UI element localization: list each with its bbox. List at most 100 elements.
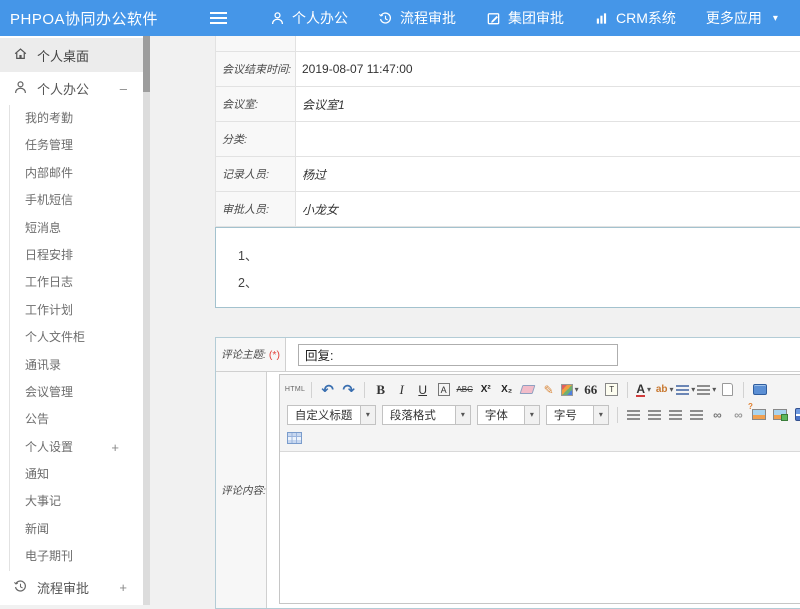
- custom-title-select[interactable]: 自定义标题▾: [287, 405, 376, 425]
- comment-subject-label-cell: 评论主题: (*): [216, 338, 286, 371]
- sidebar-item-news[interactable]: 新闻: [10, 516, 143, 543]
- font-color-button[interactable]: A▾: [634, 380, 653, 400]
- nav-workflow-approval[interactable]: 流程审批: [378, 8, 456, 28]
- sidebar-item-personal-files[interactable]: 个人文件柜: [10, 324, 143, 351]
- caret-down-icon: ▾: [773, 13, 778, 24]
- table-row-category: 分类:: [216, 122, 800, 157]
- font-size-select[interactable]: 字号▾: [546, 405, 609, 425]
- table-row-approver: 审批人员: 小龙女: [216, 192, 800, 227]
- new-page-button[interactable]: [718, 380, 737, 400]
- nav-crm-system[interactable]: CRM系统: [594, 8, 676, 28]
- sidebar-item-schedule[interactable]: 日程安排: [10, 242, 143, 269]
- highlight-color-button[interactable]: ab▾: [655, 380, 674, 400]
- border-text-button[interactable]: A: [434, 380, 453, 400]
- undo-icon[interactable]: ↶: [318, 380, 337, 400]
- expand-plus-icon[interactable]: +: [111, 434, 119, 461]
- strikethrough-button[interactable]: ABC: [455, 380, 474, 400]
- bold-button[interactable]: B: [371, 380, 390, 400]
- sidebar-item-e-journal[interactable]: 电子期刊: [10, 543, 143, 570]
- ordered-list-button[interactable]: ▾: [676, 380, 695, 400]
- caret-down-icon: ▾: [524, 406, 539, 424]
- insert-table-button[interactable]: [285, 428, 304, 448]
- align-right-button[interactable]: [666, 405, 685, 425]
- nav-label: CRM系统: [616, 8, 676, 28]
- home-icon: [13, 46, 28, 64]
- insert-media-button[interactable]: [792, 405, 800, 425]
- nav-personal-office[interactable]: 个人办公: [270, 8, 348, 28]
- underline-button[interactable]: U: [413, 380, 432, 400]
- sidebar-item-personal-settings[interactable]: 个人设置+: [10, 434, 143, 461]
- palette-icon: [561, 384, 573, 396]
- minutes-line: 2、: [238, 270, 800, 297]
- unordered-list-button[interactable]: ▾: [697, 380, 716, 400]
- sidebar-item-label: 个人桌面: [37, 46, 89, 65]
- sidebar-item-internal-mail[interactable]: 内部邮件: [10, 160, 143, 187]
- fullscreen-button[interactable]: [750, 380, 769, 400]
- blockquote-button[interactable]: 66: [581, 380, 600, 400]
- sidebar-group-label: 流程审批: [37, 578, 89, 597]
- rich-text-editor: HTML ↶ ↷ B I U A ABC X² X₂: [279, 374, 800, 604]
- sidebar-item-personal-desktop[interactable]: 个人桌面: [0, 38, 143, 72]
- top-menu: 个人办公 流程审批 集团审批 CRM系统 更多应用 ▾: [255, 8, 793, 28]
- align-justify-button[interactable]: [687, 405, 706, 425]
- nav-label: 流程审批: [400, 8, 456, 28]
- sidebar-item-mobile-sms[interactable]: 手机短信: [10, 187, 143, 214]
- sidebar-item-work-plan[interactable]: 工作计划: [10, 297, 143, 324]
- sidebar-scrollbar-track[interactable]: [143, 36, 150, 605]
- remove-format-eraser-icon[interactable]: [518, 380, 537, 400]
- collapse-minus-icon[interactable]: –: [120, 81, 127, 96]
- sidebar-scrollbar-thumb[interactable]: [143, 36, 150, 92]
- sidebar-group-personal-office[interactable]: 个人办公 –: [0, 72, 143, 105]
- redo-icon[interactable]: ↷: [339, 380, 358, 400]
- editor-content-area[interactable]: [280, 452, 800, 603]
- comment-subject-row: 评论主题: (*): [216, 338, 800, 372]
- sidebar-item-task-management[interactable]: 任务管理: [10, 132, 143, 159]
- insert-link-icon[interactable]: ∞: [708, 405, 727, 425]
- nav-more-apps[interactable]: 更多应用 ▾: [706, 8, 778, 28]
- hamburger-menu-icon[interactable]: [210, 12, 227, 24]
- unordered-list-icon: [697, 385, 710, 395]
- network-image-button[interactable]: [771, 405, 790, 425]
- edit-icon: [486, 11, 501, 26]
- sidebar-group-workflow-approval[interactable]: 流程审批 +: [0, 571, 143, 605]
- align-right-icon: [669, 410, 682, 420]
- comment-subject-input[interactable]: [298, 344, 618, 366]
- main-content: 会议结束时间: 2019-08-07 11:47:00 会议室: 会议室1 分类…: [150, 36, 800, 605]
- field-value: 会议室1: [296, 87, 800, 121]
- expand-plus-icon[interactable]: +: [119, 580, 127, 595]
- top-navigation-bar: PHPOA协同办公软件 个人办公 流程审批 集团审批 CRM系统 更多应用 ▾: [0, 0, 800, 36]
- superscript-button[interactable]: X²: [476, 380, 495, 400]
- sidebar-item-short-message[interactable]: 短消息: [10, 215, 143, 242]
- field-value: 小龙女: [296, 192, 800, 226]
- sidebar-item-my-attendance[interactable]: 我的考勤: [10, 105, 143, 132]
- remove-link-icon[interactable]: ∞?: [729, 405, 748, 425]
- subscript-button[interactable]: X₂: [497, 380, 516, 400]
- meeting-info-table: 会议结束时间: 2019-08-07 11:47:00 会议室: 会议室1 分类…: [215, 36, 800, 227]
- sidebar-item-major-events[interactable]: 大事记: [10, 488, 143, 515]
- align-left-button[interactable]: [624, 405, 643, 425]
- italic-button[interactable]: I: [392, 380, 411, 400]
- sidebar-item-work-log[interactable]: 工作日志: [10, 269, 143, 296]
- table-row-recorder: 记录人员: 杨过: [216, 157, 800, 192]
- user-icon: [270, 11, 285, 26]
- color-palette-button[interactable]: ▾: [560, 380, 579, 400]
- app-logo-title: PHPOA协同办公软件: [10, 8, 158, 29]
- table-row-partial: [216, 36, 800, 52]
- format-brush-icon[interactable]: ✎: [539, 380, 558, 400]
- nav-group-approval[interactable]: 集团审批: [486, 8, 564, 28]
- sidebar-group-label: 个人办公: [37, 79, 89, 98]
- media-icon: [795, 408, 800, 421]
- toolbar-row-2: 自定义标题▾ 段落格式▾ 字体▾ 字号▾ ∞ ∞?: [284, 402, 800, 427]
- toolbar-row-1: HTML ↶ ↷ B I U A ABC X² X₂: [284, 377, 800, 402]
- paste-from-word-button[interactable]: T: [602, 380, 621, 400]
- sidebar-item-contacts[interactable]: 通讯录: [10, 352, 143, 379]
- font-family-select[interactable]: 字体▾: [477, 405, 540, 425]
- sidebar-item-notification[interactable]: 通知: [10, 461, 143, 488]
- sidebar-item-meeting-management[interactable]: 会议管理: [10, 379, 143, 406]
- align-center-button[interactable]: [645, 405, 664, 425]
- caret-down-icon: ▾: [455, 406, 470, 424]
- sidebar-item-announcement[interactable]: 公告: [10, 406, 143, 433]
- paragraph-format-select[interactable]: 段落格式▾: [382, 405, 471, 425]
- caret-down-icon: ▾: [593, 406, 608, 424]
- html-source-button[interactable]: HTML: [285, 380, 305, 400]
